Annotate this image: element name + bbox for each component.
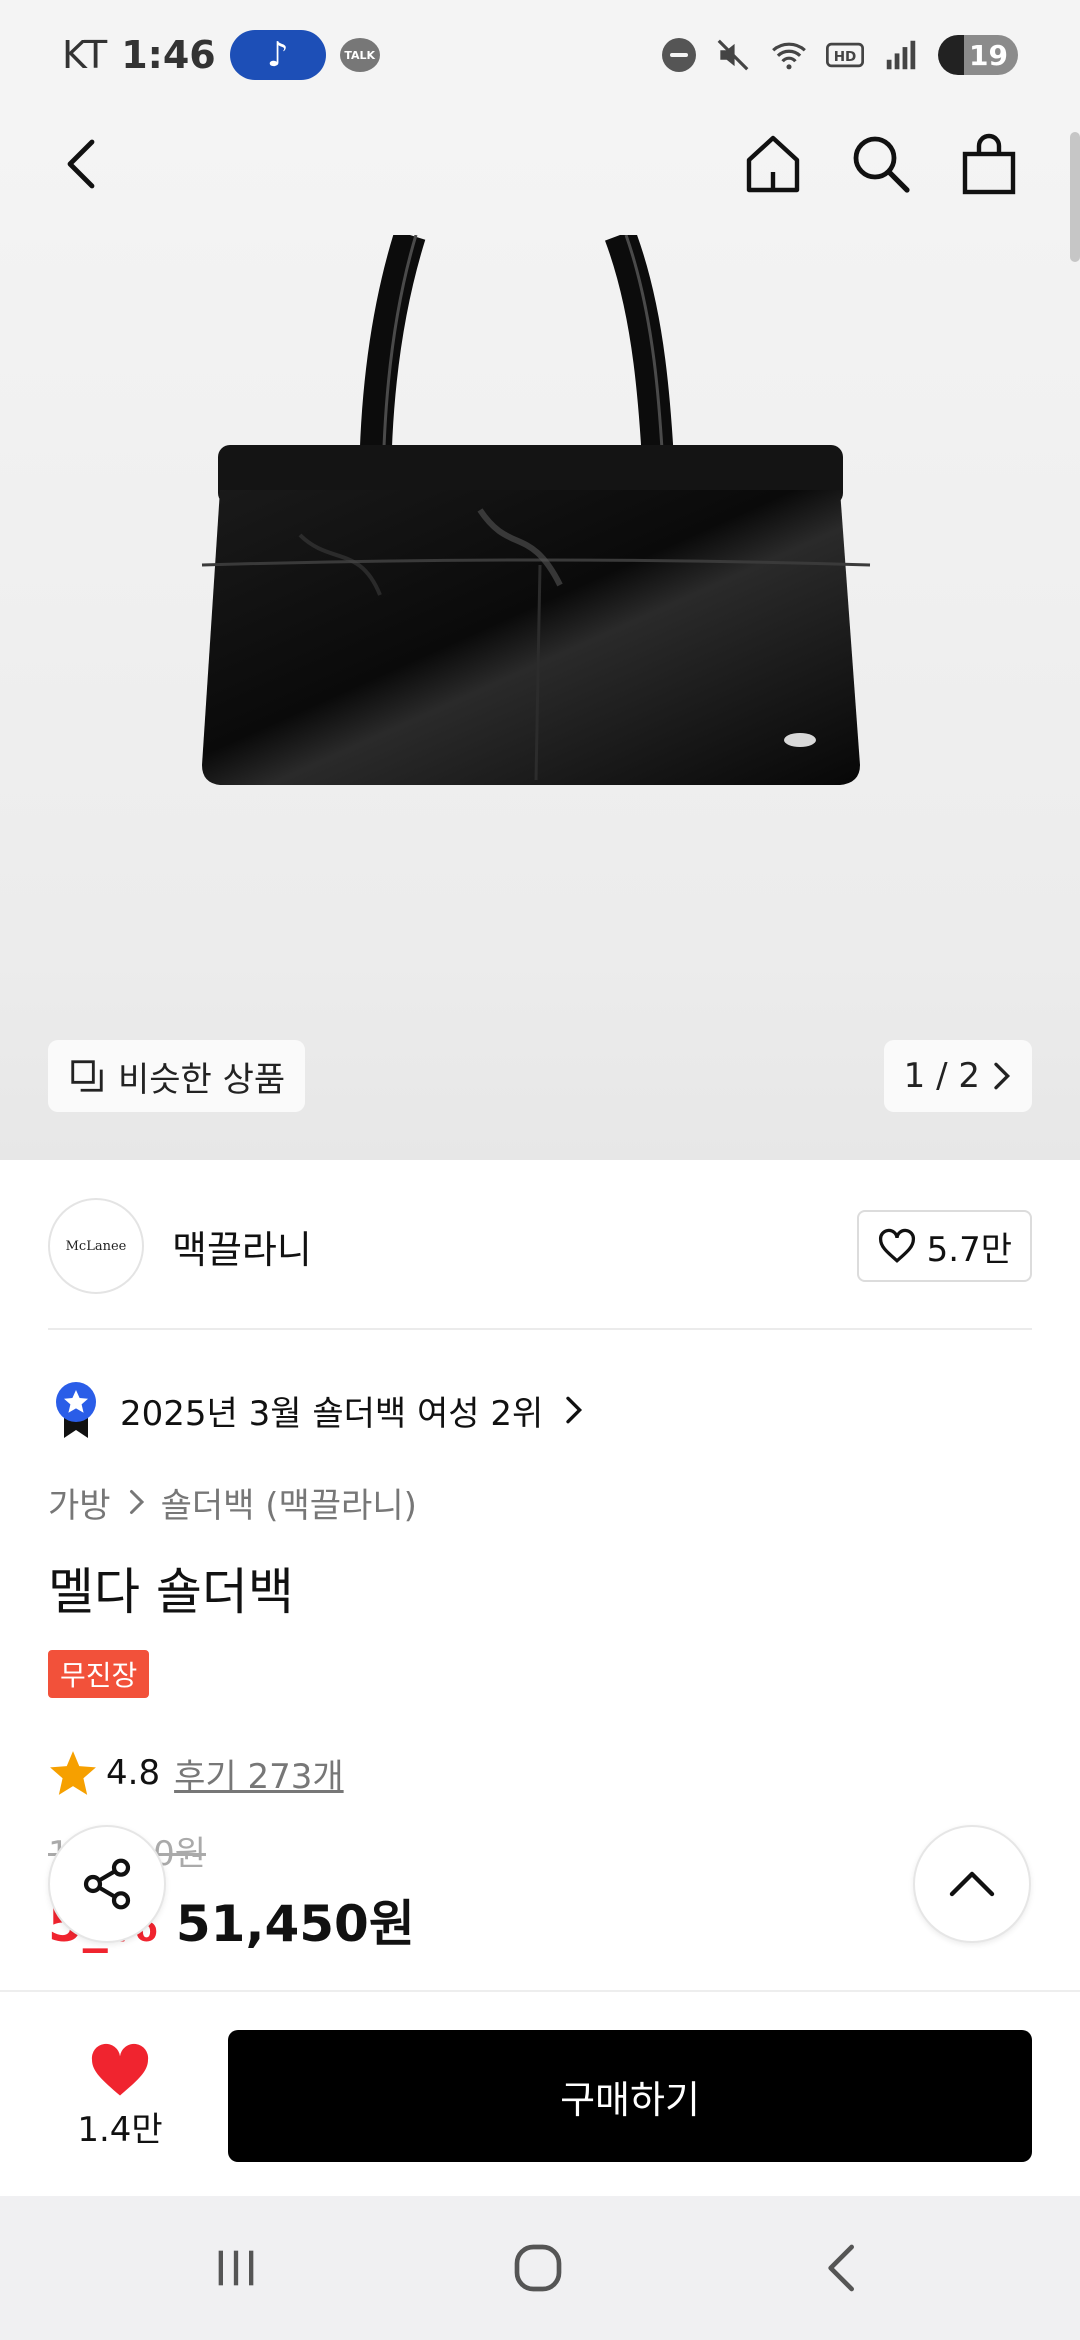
top-navigation [0,110,1080,220]
chevron-right-icon [129,1490,144,1514]
mute-icon [717,39,749,71]
ranking-text: 2025년 3월 숄더백 여성 2위 [120,1393,544,1434]
heart-outline-icon [878,1228,915,1263]
wifi-icon [772,42,806,70]
chevron-right-icon [994,1062,1011,1090]
product-image-gallery[interactable]: 비슷한 상품 1 / 2 [0,110,1080,1160]
brand-logo[interactable]: McLanee [48,1198,144,1294]
star-icon [50,1751,96,1795]
chevron-left-icon [67,139,95,189]
status-bar: KT 1:46 ♪ TALK HD 19 [0,0,1080,110]
brand-like-button[interactable]: 5.7만 [856,1210,1032,1282]
store-badge: 무진장 [48,1650,150,1698]
product-image [201,235,871,785]
purchase-bar: 1.4만 구매하기 [0,1990,1080,2196]
battery-indicator: 19 [938,35,1018,75]
heart-filled-icon [91,2043,149,2096]
brand-name[interactable]: 맥끌라니 [172,1219,312,1274]
page-indicator-text: 1 / 2 [903,1056,980,1096]
breadcrumb-subcategory[interactable]: 숄더백 (맥끌라니) [161,1478,417,1527]
similar-products-button[interactable]: 비슷한 상품 [48,1040,306,1112]
product-like-count: 1.4만 [77,2110,163,2150]
reviews-link[interactable]: 후기 273개 [174,1749,344,1798]
do-not-disturb-icon [662,38,696,72]
breadcrumb-category[interactable]: 가방 [48,1478,111,1527]
rating-value: 4.8 [106,1753,161,1793]
status-icons: HD 19 [662,35,1018,75]
search-button[interactable] [841,124,921,204]
scroll-to-top-button[interactable] [913,1825,1031,1943]
back-icon [828,2244,855,2292]
svg-text:HD: HD [834,49,857,65]
home-button[interactable] [733,124,813,204]
buy-button[interactable]: 구매하기 [228,2030,1032,2162]
battery-level: 19 [969,38,1008,72]
breadcrumb: 가방 숄더백 (맥끌라니) [48,1474,417,1530]
product-title: 멜다 숄더백 [48,1563,294,1621]
share-icon [83,1858,131,1910]
home-circle-icon [514,2244,562,2292]
system-back-button[interactable] [800,2232,880,2304]
brand-row[interactable]: McLanee 맥끌라니 5.7만 [48,1196,1032,1296]
ranking-badge-icon [56,1382,96,1438]
share-button[interactable] [48,1825,166,1943]
recents-icon [218,2250,254,2286]
product-like-button[interactable]: 1.4만 [60,2042,180,2151]
signal-icon [886,40,916,70]
divider [48,1328,1032,1330]
chevron-up-icon [949,1871,995,1897]
ranking-link[interactable]: 2025년 3월 숄더백 여성 2위 [52,1380,583,1440]
sale-price: 51,450원 [175,1895,415,1953]
chevron-right-icon [566,1396,583,1424]
back-button[interactable] [44,124,124,204]
scrollbar[interactable] [1070,132,1080,262]
status-time: 1:46 [121,33,216,77]
carrier-label: KT [62,33,108,77]
brand-like-count: 5.7만 [926,1229,1012,1270]
music-note-icon[interactable]: ♪ [229,30,326,80]
search-icon [853,136,910,193]
similar-items-icon [71,1060,103,1092]
home-icon [746,135,800,193]
image-page-indicator[interactable]: 1 / 2 [883,1040,1032,1112]
similar-products-label: 비슷한 상품 [118,1059,286,1100]
system-home-button[interactable] [498,2232,578,2304]
recents-button[interactable] [196,2232,276,2304]
shopping-bag-icon [962,133,1016,195]
system-navigation-bar [0,2196,1080,2340]
hd-voice-icon: HD [826,42,864,68]
rating-row: 4.8 후기 273개 [48,1745,344,1801]
cart-button[interactable] [949,124,1029,204]
talk-icon: TALK [339,38,380,72]
